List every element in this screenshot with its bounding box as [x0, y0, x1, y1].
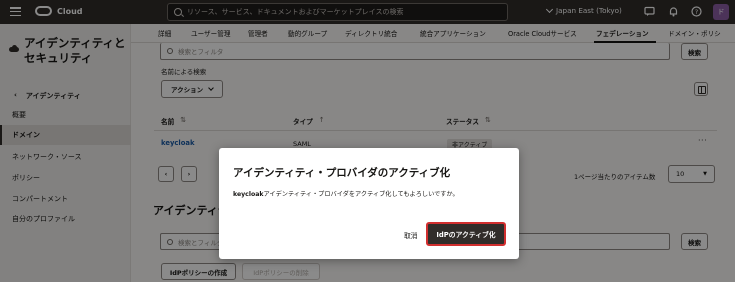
- activate-idp-dialog: アイデンティティ・プロバイダのアクティブ化 keycloakアイデンティティ・プ…: [219, 148, 519, 259]
- activate-idp-button[interactable]: IdPのアクティブ化: [426, 222, 506, 246]
- dialog-idp-name: keycloak: [233, 191, 264, 198]
- dialog-message-text: アイデンティティ・プロバイダをアクティブ化してもよろしいですか。: [263, 191, 459, 198]
- dialog-message: keycloakアイデンティティ・プロバイダをアクティブ化してもよろしいですか。: [233, 189, 459, 198]
- dialog-cancel-button[interactable]: 取消: [404, 230, 418, 240]
- dialog-title: アイデンティティ・プロバイダのアクティブ化: [233, 167, 451, 179]
